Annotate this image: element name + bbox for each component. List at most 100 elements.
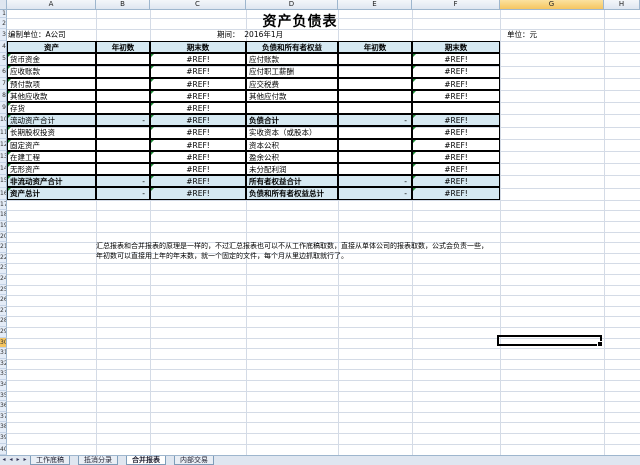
- header-begin2[interactable]: 年初数: [338, 41, 412, 54]
- table-cell-liab[interactable]: 实收资本（或股本）: [246, 126, 338, 139]
- row-header-1[interactable]: 1: [0, 10, 7, 18]
- row-header-31[interactable]: 31: [0, 348, 7, 359]
- column-header-g[interactable]: G: [500, 0, 604, 10]
- table-cell-end2[interactable]: #REF!: [412, 126, 500, 139]
- row-header-38[interactable]: 38: [0, 422, 7, 433]
- table-cell-end2[interactable]: #REF!: [412, 163, 500, 176]
- table-cell-begin[interactable]: [96, 77, 150, 90]
- table-cell-liab[interactable]: 盈余公积: [246, 150, 338, 163]
- row-header-37[interactable]: 37: [0, 411, 7, 423]
- row-header-13[interactable]: 13: [0, 151, 7, 164]
- table-cell-begin2[interactable]: -: [338, 187, 412, 200]
- table-cell-begin[interactable]: [96, 150, 150, 163]
- table-cell-liab[interactable]: 负债和所有者权益总计: [246, 187, 338, 200]
- table-cell-end2[interactable]: #REF!: [412, 187, 500, 200]
- table-cell-end[interactable]: #REF!: [150, 65, 246, 78]
- column-header-b[interactable]: B: [96, 0, 150, 10]
- row-header-10[interactable]: 10: [0, 114, 7, 127]
- row-header-17[interactable]: 17: [0, 199, 7, 211]
- table-cell-asset[interactable]: 资产总计: [7, 187, 96, 200]
- spreadsheet-grid[interactable]: ABCDEFGH 1 2 3 4 5 6 7 8 9 10 11 12 13 14 15 16 17 18 19 20…: [0, 0, 640, 455]
- table-cell-end2[interactable]: [412, 102, 500, 115]
- table-cell-liab[interactable]: 资本公积: [246, 138, 338, 151]
- row-header-29[interactable]: 29: [0, 327, 7, 338]
- header-liab[interactable]: 负债和所有者权益: [246, 41, 338, 54]
- table-cell-asset[interactable]: 无形资产: [7, 163, 96, 176]
- table-cell-end[interactable]: #REF!: [150, 163, 246, 176]
- first-sheet-icon[interactable]: ◂: [1, 456, 7, 464]
- row-header-25[interactable]: 25: [0, 284, 7, 296]
- row-header-36[interactable]: 36: [0, 401, 7, 412]
- row-header-34[interactable]: 34: [0, 380, 7, 391]
- table-cell-asset[interactable]: 非流动资产合计: [7, 175, 96, 188]
- table-cell-liab[interactable]: [246, 102, 338, 115]
- header-end2[interactable]: 期末数: [412, 41, 500, 54]
- row-header-12[interactable]: 12: [0, 138, 7, 151]
- table-cell-begin[interactable]: -: [96, 175, 150, 188]
- row-header-18[interactable]: 18: [0, 210, 7, 221]
- row-header-33[interactable]: 33: [0, 369, 7, 380]
- table-cell-end[interactable]: #REF!: [150, 150, 246, 163]
- row-header-20[interactable]: 20: [0, 231, 7, 243]
- table-cell-end2[interactable]: #REF!: [412, 89, 500, 102]
- table-cell-asset[interactable]: 其他应收款: [7, 89, 96, 102]
- table-cell-begin2[interactable]: [338, 102, 412, 115]
- column-header-e[interactable]: E: [338, 0, 412, 10]
- table-cell-begin2[interactable]: [338, 77, 412, 90]
- table-cell-begin2[interactable]: [338, 89, 412, 102]
- table-cell-liab[interactable]: 其他应付款: [246, 89, 338, 102]
- table-cell-asset[interactable]: 存货: [7, 102, 96, 115]
- row-header-35[interactable]: 35: [0, 390, 7, 402]
- row-header-22[interactable]: 22: [0, 252, 7, 264]
- table-cell-begin[interactable]: [96, 126, 150, 139]
- table-cell-end[interactable]: #REF!: [150, 89, 246, 102]
- row-header-39[interactable]: 39: [0, 433, 7, 444]
- column-header-a[interactable]: A: [7, 0, 96, 10]
- table-cell-liab[interactable]: 未分配利润: [246, 163, 338, 176]
- table-cell-liab[interactable]: 应付账款: [246, 53, 338, 66]
- table-cell-end2[interactable]: #REF!: [412, 175, 500, 188]
- table-cell-end2[interactable]: #REF!: [412, 138, 500, 151]
- table-cell-asset[interactable]: 长期股权投资: [7, 126, 96, 139]
- row-header-2[interactable]: 2: [0, 18, 7, 29]
- row-header-19[interactable]: 19: [0, 221, 7, 232]
- row-header-14[interactable]: 14: [0, 163, 7, 176]
- table-cell-begin2[interactable]: -: [338, 114, 412, 127]
- table-cell-begin2[interactable]: [338, 126, 412, 139]
- table-cell-end[interactable]: #REF!: [150, 138, 246, 151]
- row-header-26[interactable]: 26: [0, 295, 7, 306]
- table-cell-end[interactable]: #REF!: [150, 102, 246, 115]
- table-cell-begin[interactable]: [96, 102, 150, 115]
- column-header-h[interactable]: H: [604, 0, 640, 10]
- row-header-15[interactable]: 15: [0, 175, 7, 188]
- prev-sheet-icon[interactable]: ◂: [8, 456, 14, 464]
- table-cell-end2[interactable]: #REF!: [412, 53, 500, 66]
- table-cell-begin2[interactable]: -: [338, 175, 412, 188]
- row-header-7[interactable]: 7: [0, 77, 7, 90]
- table-cell-begin2[interactable]: [338, 138, 412, 151]
- table-cell-end2[interactable]: #REF!: [412, 114, 500, 127]
- table-cell-end[interactable]: #REF!: [150, 187, 246, 200]
- table-cell-begin[interactable]: [96, 89, 150, 102]
- row-header-16[interactable]: 16: [0, 187, 7, 200]
- column-header-c[interactable]: C: [150, 0, 246, 10]
- table-cell-end2[interactable]: #REF!: [412, 150, 500, 163]
- table-cell-begin[interactable]: -: [96, 187, 150, 200]
- row-header-30[interactable]: 30: [0, 337, 7, 349]
- table-cell-liab[interactable]: 应付职工薪酬: [246, 65, 338, 78]
- header-begin[interactable]: 年初数: [96, 41, 150, 54]
- row-header-5[interactable]: 5: [0, 53, 7, 66]
- table-cell-begin[interactable]: [96, 65, 150, 78]
- next-sheet-icon[interactable]: ▸: [15, 456, 21, 464]
- table-cell-asset[interactable]: 固定资产: [7, 138, 96, 151]
- row-header-28[interactable]: 28: [0, 316, 7, 327]
- active-cell-selection[interactable]: [497, 335, 603, 347]
- table-cell-begin2[interactable]: [338, 150, 412, 163]
- header-asset[interactable]: 资产: [7, 41, 96, 54]
- column-header-f[interactable]: F: [412, 0, 500, 10]
- table-cell-end[interactable]: #REF!: [150, 175, 246, 188]
- table-cell-liab[interactable]: 负债合计: [246, 114, 338, 127]
- table-cell-liab[interactable]: 应交税费: [246, 77, 338, 90]
- row-header-6[interactable]: 6: [0, 65, 7, 78]
- table-cell-end2[interactable]: #REF!: [412, 77, 500, 90]
